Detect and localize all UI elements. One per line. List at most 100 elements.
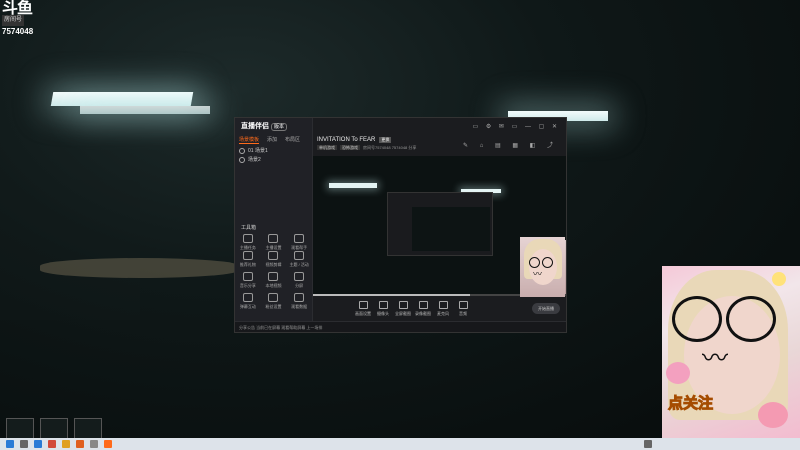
camera-icon xyxy=(378,301,388,309)
music-icon xyxy=(242,272,253,281)
room-id: 7574048 xyxy=(2,27,34,36)
tool-label: 音乐分享 xyxy=(239,283,256,288)
eye-icon[interactable] xyxy=(239,156,245,163)
app-icon[interactable] xyxy=(76,440,84,448)
preview-light xyxy=(329,183,377,188)
tool-row: 音乐分享 本地视频 分屏 xyxy=(235,272,312,289)
app-icon[interactable] xyxy=(62,440,70,448)
monitor-icon xyxy=(358,301,368,309)
top-toolbar-icons[interactable]: ✎ ⌂ ▤ ▦ ◧ ⤴ xyxy=(463,140,558,149)
tool-label: 观看数据 xyxy=(291,304,308,309)
scene-item[interactable]: 场景2 xyxy=(239,156,268,165)
follow-sticker: 点关注 xyxy=(667,394,714,413)
heart-icon xyxy=(666,362,690,384)
app-icon[interactable] xyxy=(48,440,56,448)
task-icon xyxy=(242,234,253,243)
button-label: 音频 xyxy=(459,311,467,316)
settings-icon xyxy=(268,234,279,243)
eye-icon[interactable] xyxy=(239,147,245,154)
glasses-right xyxy=(726,296,776,342)
scene-list: 01 场景1 场景2 xyxy=(239,147,268,165)
button-label: 画面设置 xyxy=(355,311,371,316)
trash-icon xyxy=(294,251,305,260)
scene-label: 场景2 xyxy=(248,157,261,163)
room-number: 7574048 xyxy=(391,145,408,150)
table xyxy=(40,258,240,278)
tab-add[interactable]: 添加 xyxy=(267,136,277,144)
tool-label: 主播任务 xyxy=(239,245,256,250)
microphone-icon xyxy=(438,301,448,309)
change-title-button[interactable]: 更换 xyxy=(379,137,392,143)
wall-segment xyxy=(0,180,140,320)
category-chip[interactable]: 恐怖游戏 xyxy=(340,145,360,150)
version-badge[interactable]: 版本 xyxy=(271,123,288,131)
speaker-icon xyxy=(458,301,468,309)
microphone-button[interactable]: 麦克风 xyxy=(433,301,453,317)
ceiling-light xyxy=(50,92,194,106)
camera-button[interactable]: 摄像头 xyxy=(373,301,393,317)
tool-button[interactable]: 弹幕互动 xyxy=(237,293,259,310)
start-live-button[interactable]: 开始直播 xyxy=(532,303,560,314)
tab-scene-template[interactable]: 场景模板 xyxy=(239,136,260,144)
screenshot-button[interactable]: 全屏截图 xyxy=(393,301,413,317)
button-label: 摄像头 xyxy=(377,311,389,316)
stream-meta: 单机游戏 恐怖游戏 房间号7574048 7574048 分享 xyxy=(317,145,416,151)
stream-title: INVITATION To FEAR 更换 xyxy=(317,137,392,143)
tool-button[interactable]: 推荐礼物 xyxy=(237,251,259,268)
tool-label: 主题 / 活动 xyxy=(289,262,309,267)
tool-button[interactable]: 主题 / 活动 xyxy=(288,251,310,268)
button-label: 全屏截图 xyxy=(395,311,411,316)
scene-label: 01 场景1 xyxy=(248,148,268,154)
windows-start-icon[interactable] xyxy=(6,440,14,448)
glasses-left xyxy=(672,296,722,342)
tool-button[interactable]: 主播任务 xyxy=(237,234,259,251)
record-button[interactable]: 录像截图 xyxy=(413,301,433,317)
inventory-slot xyxy=(6,418,34,438)
control-bar: 画面设置 摄像头 全屏截图 录像截图 麦克风 音频 xyxy=(313,298,566,320)
tool-button[interactable]: 视频剪辑 xyxy=(262,251,284,268)
nested-app-capture xyxy=(387,192,493,256)
fans-icon xyxy=(268,293,279,302)
tab-layout[interactable]: 布局区 xyxy=(285,136,300,144)
scissors-icon xyxy=(268,251,279,260)
tool-label: 分屏 xyxy=(295,283,304,288)
status-bar: 分享公告 当前已在屏幕 观看帮助屏幕 上一场排 xyxy=(235,321,566,332)
tool-button[interactable]: 观看数据 xyxy=(288,293,310,310)
tool-row: 推荐礼物 视频剪辑 主题 / 活动 xyxy=(235,251,312,268)
tool-label: 视频剪辑 xyxy=(265,262,282,267)
room-tag: 房间号 xyxy=(2,15,25,26)
tool-button[interactable]: 音乐分享 xyxy=(237,272,259,289)
scene-item[interactable]: 01 场景1 xyxy=(239,147,268,156)
app-icon[interactable] xyxy=(20,440,28,448)
sidebar-tabs: 场景模板 添加 布局区 xyxy=(239,136,300,144)
audio-button[interactable]: 音频 xyxy=(453,301,473,317)
star-icon xyxy=(772,272,786,286)
mustache-icon: 〰 xyxy=(533,270,543,280)
app-icon[interactable] xyxy=(104,440,112,448)
small-webcam-overlay: 〰 xyxy=(520,237,565,297)
helper-icon xyxy=(294,234,305,243)
window-controls[interactable]: ▭ ⚙ ✉ ▭ — ▢ ✕ xyxy=(473,123,560,130)
tool-button[interactable]: 观看帮手 xyxy=(288,234,310,251)
tool-button[interactable]: 分屏 xyxy=(288,272,310,289)
tool-label: 弹幕互动 xyxy=(239,304,256,309)
app-icon[interactable] xyxy=(90,440,98,448)
tray-icon[interactable] xyxy=(644,440,652,448)
app-logo: 直播伴侣 版本 xyxy=(241,121,288,131)
category-chip[interactable]: 单机游戏 xyxy=(317,145,337,150)
stats-icon xyxy=(294,293,305,302)
inventory-slot xyxy=(40,418,68,438)
display-settings-button[interactable]: 画面设置 xyxy=(353,301,373,317)
tool-button[interactable]: 本地视频 xyxy=(262,272,284,289)
share-link[interactable]: 分享 xyxy=(408,145,416,150)
tool-button[interactable]: 粉丝设置 xyxy=(262,293,284,310)
button-label: 麦克风 xyxy=(437,311,449,316)
tool-button[interactable]: 主播设置 xyxy=(262,234,284,251)
mustache-icon: 〰 xyxy=(702,344,729,374)
platform-logo: 斗鱼 房间号 7574048 xyxy=(2,0,38,37)
button-label: 录像截图 xyxy=(415,311,431,316)
glasses-right xyxy=(542,257,553,268)
streaming-app-window[interactable]: 直播伴侣 版本 场景模板 添加 布局区 01 场景1 场景2 工具箱 主播任务 主… xyxy=(234,117,567,333)
taskbar xyxy=(0,438,800,450)
app-icon[interactable] xyxy=(34,440,42,448)
